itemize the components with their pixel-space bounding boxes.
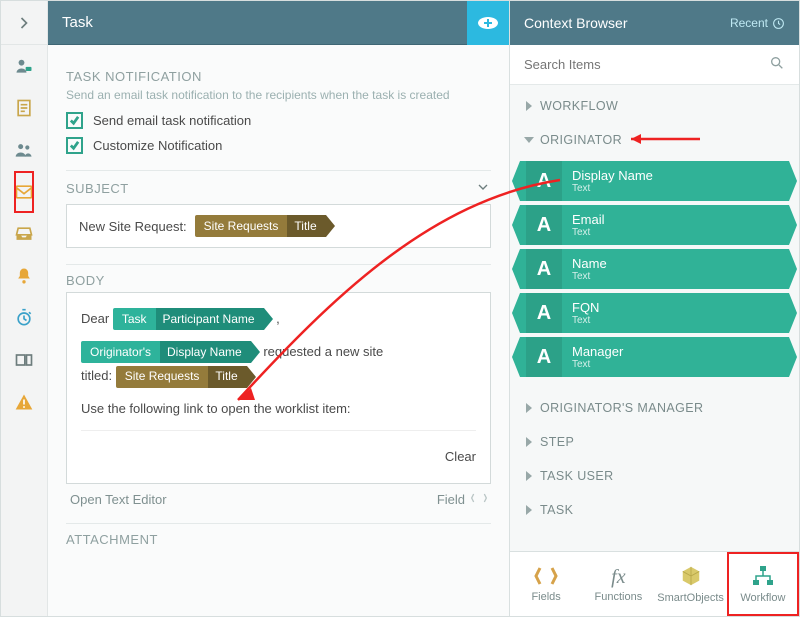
rail-user-group-icon[interactable] (14, 45, 34, 87)
search-icon[interactable] (769, 55, 785, 74)
checkbox-send-email-label: Send email task notification (93, 113, 251, 128)
checkbox-customize[interactable] (66, 137, 83, 154)
field-insert-icon[interactable] (471, 492, 487, 507)
context-search-input[interactable] (524, 57, 769, 72)
rail-stopwatch-icon[interactable] (14, 297, 34, 339)
field-chip-name[interactable]: ANameText (520, 249, 789, 289)
subject-token[interactable]: Site Requests Title (195, 215, 335, 237)
field-insert-label: Field (437, 492, 465, 507)
left-nav-rail (1, 1, 48, 616)
subject-prefix-text: New Site Request: (79, 219, 187, 234)
field-chip-manager[interactable]: AManagerText (520, 337, 789, 377)
section-title-body: BODY (66, 273, 491, 288)
context-recent-link[interactable]: Recent (730, 16, 785, 30)
rail-form-icon[interactable] (14, 87, 34, 129)
rail-people-icon[interactable] (14, 129, 34, 171)
footer-tab-functions[interactable]: fxFunctions (582, 552, 654, 616)
field-chip-email[interactable]: AEmailText (520, 205, 789, 245)
footer-tab-fields[interactable]: Fields (510, 552, 582, 616)
cube-icon (680, 565, 702, 590)
tree-node-originator-s-manager[interactable]: ORIGINATOR'S MANAGER (510, 391, 799, 425)
context-footer-tabs: FieldsfxFunctionsSmartObjectsWorkflow (510, 551, 799, 616)
footer-tab-workflow[interactable]: Workflow (727, 552, 799, 616)
context-title: Context Browser (524, 15, 627, 31)
rail-expand-toggle[interactable] (1, 1, 47, 45)
field-chip-fqn[interactable]: AFQNText (520, 293, 789, 333)
body-token-title[interactable]: Site Requests Title (116, 366, 256, 388)
rail-bell-icon[interactable] (14, 255, 34, 297)
checkbox-send-email[interactable] (66, 112, 83, 129)
tree-node-originator[interactable]: ORIGINATOR (510, 123, 799, 157)
tree-node-task-user[interactable]: TASK USER (510, 459, 799, 493)
tree-node-workflow[interactable]: WORKFLOW (510, 89, 799, 123)
task-panel: Task TASK NOTIFICATION Send an email tas… (48, 1, 509, 616)
rail-inbox-icon[interactable] (14, 213, 34, 255)
task-header-title: Task (62, 14, 93, 31)
task-header: Task (48, 1, 509, 45)
braces-icon (534, 566, 558, 589)
tree-node-step[interactable]: STEP (510, 425, 799, 459)
footer-tab-smartobjects[interactable]: SmartObjects (655, 552, 727, 616)
subject-input[interactable]: New Site Request: Site Requests Title (66, 204, 491, 248)
checkbox-customize-label: Customize Notification (93, 138, 222, 153)
open-text-editor-link[interactable]: Open Text Editor (70, 492, 167, 507)
flowchart-icon (751, 565, 775, 590)
section-title-subject: SUBJECT (66, 181, 129, 196)
add-tab-button[interactable] (467, 1, 509, 45)
field-chip-display-name[interactable]: ADisplay NameText (520, 161, 789, 201)
body-token-originator[interactable]: Originator's Display Name (81, 341, 260, 363)
subject-collapse-icon[interactable] (475, 179, 491, 198)
body-editor[interactable]: Dear Task Participant Name , Originator'… (66, 292, 491, 484)
section-title-notification: TASK NOTIFICATION (66, 69, 491, 84)
section-title-attachment: ATTACHMENT (66, 532, 491, 547)
rail-envelope-icon[interactable] (14, 171, 34, 213)
section-subtitle-notification: Send an email task notification to the r… (66, 88, 491, 102)
context-tree: WORKFLOWORIGINATOR ADisplay NameTextAEmai… (510, 85, 799, 551)
clear-button[interactable]: Clear (445, 449, 476, 464)
rail-warning-icon[interactable] (14, 381, 34, 423)
fx-icon: fx (611, 566, 625, 589)
body-token-participant[interactable]: Task Participant Name (113, 308, 273, 330)
context-browser-panel: Context Browser Recent WORKFLOWORIGINATO… (509, 1, 799, 616)
tree-node-task[interactable]: TASK (510, 493, 799, 527)
context-search[interactable] (510, 45, 799, 85)
rail-layout-icon[interactable] (14, 339, 34, 381)
